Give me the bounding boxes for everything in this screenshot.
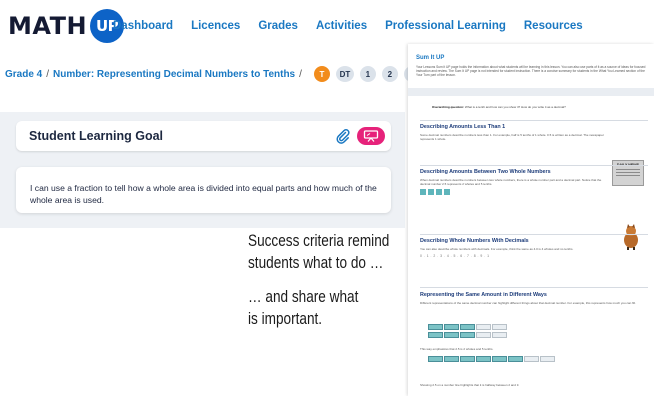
doc-section-1-heading: Describing Amounts Less Than 1 bbox=[420, 124, 506, 130]
caption-line-4: is important. bbox=[248, 309, 323, 328]
logo-math-text: MATH bbox=[8, 12, 88, 40]
nav-activities[interactable]: Activities bbox=[316, 20, 367, 32]
newspaper-image: DAILY NEWS bbox=[612, 160, 644, 186]
breadcrumb-separator: / bbox=[46, 68, 50, 80]
doc-purpose-label: Overarching question: bbox=[432, 105, 465, 109]
doc-section-3-text: You can also describe whole numbers with… bbox=[420, 247, 574, 251]
pill-dt[interactable]: DT bbox=[335, 66, 354, 82]
doc-divider bbox=[420, 120, 648, 121]
doc-intro: Your Lessons Sum it UP page holds the in… bbox=[416, 65, 646, 78]
doc-divider bbox=[420, 234, 648, 235]
doc-divider bbox=[420, 165, 648, 166]
tenths-cell bbox=[460, 332, 475, 338]
pill-2[interactable]: 2 bbox=[381, 66, 398, 82]
caption-line-2: students what to do … bbox=[248, 253, 384, 272]
caption-line-1: Success criteria remind bbox=[248, 231, 390, 250]
tenths-cell bbox=[444, 332, 459, 338]
nav-professional-learning[interactable]: Professional Learning bbox=[385, 20, 506, 32]
tenths-cell bbox=[428, 324, 443, 330]
mathup-logo[interactable]: MATH UP bbox=[8, 8, 125, 44]
nav-grades[interactable]: Grades bbox=[258, 20, 298, 32]
breadcrumb-grade[interactable]: Grade 4 bbox=[5, 69, 42, 80]
decimal-square bbox=[428, 189, 434, 195]
doc-purpose-text: What is a tenth and how can you show it?… bbox=[464, 105, 566, 109]
doc-section-2: Describing Amounts Between Two Whole Num… bbox=[420, 169, 610, 195]
number-line: 0 . 1 . 2 . 3 . 4 . 5 . 6 . 7 . 8 . 9 . … bbox=[420, 254, 490, 258]
breadcrumb-separator-trailing: / bbox=[299, 68, 302, 80]
breadcrumb-current[interactable]: Number: Representing Decimal Numbers to … bbox=[53, 69, 295, 80]
tenths-cell bbox=[444, 324, 459, 330]
doc-title: Sum It UP bbox=[416, 55, 445, 61]
doc-section-2-text: When decimal numbers describe numbers be… bbox=[420, 178, 602, 186]
table-note-1: This way emphasizes that 2.5 is 2 wholes… bbox=[420, 347, 494, 351]
goal-text: I can use a fraction to tell how a whole… bbox=[30, 183, 377, 205]
tenths-cell bbox=[460, 356, 475, 362]
tenths-cell bbox=[460, 324, 475, 330]
doc-purpose: Overarching question: What is a tenth an… bbox=[432, 105, 632, 109]
newspaper-line bbox=[616, 172, 640, 173]
doc-section-4-heading: Representing the Same Amount in Differen… bbox=[420, 292, 547, 298]
doc-section-bar bbox=[408, 88, 654, 96]
main-nav: Dashboard Licences Grades Activities Pro… bbox=[113, 20, 583, 32]
breadcrumb: Grade 4 / Number: Representing Decimal N… bbox=[5, 66, 450, 82]
tenths-cell bbox=[428, 356, 443, 362]
doc-section-4: Representing the Same Amount in Differen… bbox=[420, 292, 648, 305]
presentation-icon bbox=[363, 130, 379, 142]
goal-title: Student Learning Goal bbox=[29, 129, 164, 143]
tenths-grid-3 bbox=[428, 356, 556, 362]
pill-t[interactable]: T bbox=[313, 66, 330, 82]
doc-section-3: Describing Whole Numbers With Decimals Y… bbox=[420, 238, 648, 258]
paperclip-icon[interactable] bbox=[335, 128, 351, 144]
pill-1[interactable]: 1 bbox=[359, 66, 376, 82]
tenths-grid-2 bbox=[428, 332, 508, 338]
caption-line-3: … and share what bbox=[248, 287, 359, 306]
tenths-cell bbox=[508, 356, 523, 362]
tenths-cell bbox=[476, 324, 491, 330]
present-button[interactable] bbox=[357, 127, 385, 145]
doc-section-3-heading: Describing Whole Numbers With Decimals bbox=[420, 238, 529, 244]
decimal-square bbox=[436, 189, 442, 195]
nav-resources[interactable]: Resources bbox=[524, 20, 583, 32]
decimal-squares bbox=[420, 189, 610, 195]
tenths-cell bbox=[428, 332, 443, 338]
tenths-cell bbox=[492, 324, 507, 330]
doc-section-1: Describing Amounts Less Than 1 Some deci… bbox=[420, 124, 606, 141]
newspaper-line bbox=[616, 175, 640, 176]
tenths-cell bbox=[476, 332, 491, 338]
nav-dashboard[interactable]: Dashboard bbox=[113, 20, 173, 32]
sum-it-up-document[interactable]: Sum It UP Your Lessons Sum it UP page ho… bbox=[408, 44, 654, 396]
newspaper-line bbox=[616, 169, 640, 170]
tenths-cell bbox=[444, 356, 459, 362]
goal-header-card: Student Learning Goal bbox=[16, 121, 391, 151]
nav-licences[interactable]: Licences bbox=[191, 20, 240, 32]
decimal-square bbox=[444, 189, 450, 195]
tenths-cell bbox=[524, 356, 539, 362]
tenths-cell bbox=[476, 356, 491, 362]
doc-section-4-text: Different representations of the same de… bbox=[420, 301, 636, 305]
tenths-cell bbox=[492, 356, 507, 362]
doc-section-1-text: Some decimal numbers describe numbers le… bbox=[420, 133, 604, 141]
tenths-cell bbox=[492, 332, 507, 338]
doc-section-2-heading: Describing Amounts Between Two Whole Num… bbox=[420, 169, 551, 175]
goal-statement-card: I can use a fraction to tell how a whole… bbox=[16, 167, 391, 213]
doc-divider bbox=[420, 287, 648, 288]
table-note-2: Showing 2.5 on a number line highlights … bbox=[420, 383, 520, 387]
tenths-grid-1 bbox=[428, 324, 508, 330]
decimal-square bbox=[420, 189, 426, 195]
tenths-cell bbox=[540, 356, 555, 362]
